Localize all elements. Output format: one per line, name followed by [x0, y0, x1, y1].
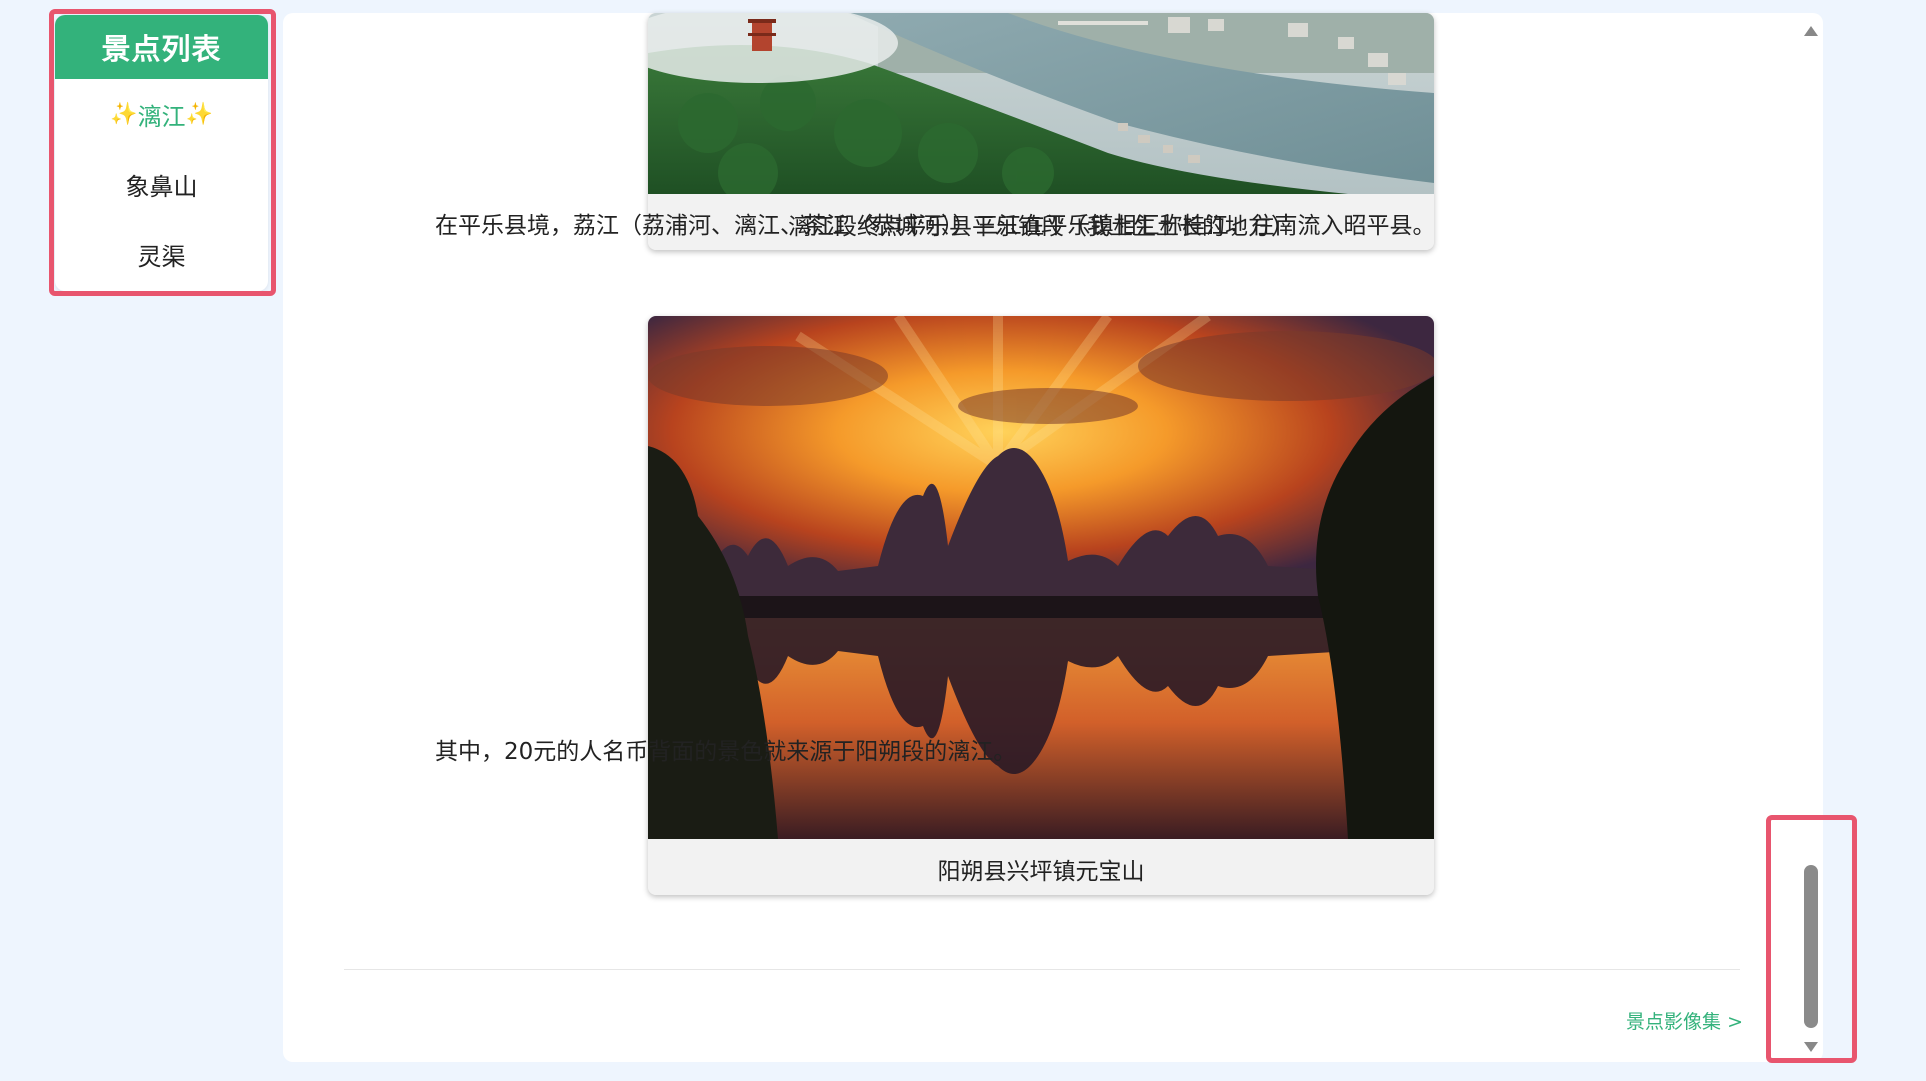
figure-caption: 阳朔县兴坪镇元宝山 — [648, 843, 1434, 895]
scroll-up-icon[interactable] — [1804, 26, 1818, 36]
paragraph: 在平乐县境，荔江（荔浦河、漓江、茶江（恭城河））三江在平乐镇相汇称桂江，往南流入… — [435, 213, 1436, 239]
pagoda-icon — [748, 19, 776, 51]
gallery-link[interactable]: 景点影像集 > — [1626, 1007, 1743, 1034]
aerial-river-image — [648, 13, 1434, 203]
scrollbar-highlight-box — [1766, 815, 1857, 1063]
paragraph: 其中，20元的人名币背面的景色就来源于阳朔段的漓江。 — [435, 739, 1017, 765]
figure-yuanbaoshan: 阳朔县兴坪镇元宝山 — [648, 316, 1434, 895]
divider — [344, 969, 1740, 970]
main-content[interactable]: 漓江段终点平乐县平乐镇段（我土生土长的地方） 在平乐县境，荔江（荔浦河、漓江、茶… — [283, 13, 1823, 1062]
page: 景点列表 ✨ 漓江 ✨ 象鼻山 灵渠 漓江段终点平乐县平乐镇段（我土生土长的地方… — [0, 0, 1926, 1081]
sidebar-highlight-box — [49, 9, 276, 296]
